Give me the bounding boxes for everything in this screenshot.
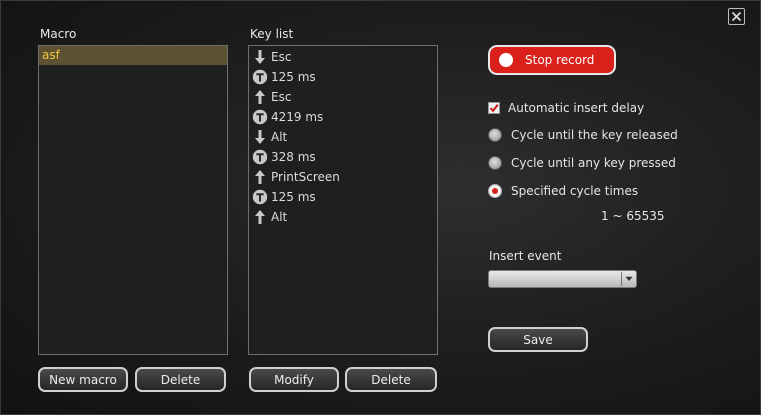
delete-key-button[interactable]: Delete bbox=[345, 367, 437, 392]
key-list-item[interactable]: Alt bbox=[249, 127, 437, 147]
radio-selected-icon bbox=[488, 184, 502, 198]
radio-cycle-until-any-key[interactable]: Cycle until any key pressed bbox=[488, 156, 676, 170]
key-list-item[interactable]: Alt bbox=[249, 207, 437, 227]
key-list-item-text: 328 ms bbox=[271, 150, 316, 164]
arrow-down-icon bbox=[255, 50, 265, 64]
key-list-item[interactable]: 125 ms bbox=[249, 187, 437, 207]
arrow-up-icon bbox=[255, 170, 265, 184]
timer-icon bbox=[252, 189, 268, 205]
save-button[interactable]: Save bbox=[488, 327, 588, 352]
key-list-item-text: PrintScreen bbox=[271, 170, 340, 184]
arrow-up-icon bbox=[255, 210, 265, 224]
key-list-item[interactable]: 328 ms bbox=[249, 147, 437, 167]
arrow-up-icon bbox=[255, 90, 265, 104]
specified-cycle-times-label: Specified cycle times bbox=[511, 184, 639, 198]
key-list-item[interactable]: 4219 ms bbox=[249, 107, 437, 127]
checkbox-checked-icon bbox=[488, 102, 500, 114]
key-list-item-text: Esc bbox=[271, 90, 292, 104]
cycle-range-text: 1 ~ 65535 bbox=[601, 209, 665, 223]
stop-record-button[interactable]: Stop record bbox=[488, 45, 616, 75]
close-icon bbox=[731, 11, 742, 22]
record-dot-icon bbox=[499, 53, 513, 67]
key-list[interactable]: Esc 125 ms Esc 4219 ms Alt 328 ms PrintScreen 1… bbox=[248, 45, 438, 355]
timer-icon bbox=[252, 109, 268, 125]
stop-record-label: Stop record bbox=[525, 53, 595, 67]
insert-event-select[interactable] bbox=[488, 270, 637, 288]
key-list-item-text: Esc bbox=[271, 50, 292, 64]
macro-editor-window: Macro asf New macro Delete Key list Esc 1… bbox=[0, 0, 761, 415]
radio-unselected-icon bbox=[488, 128, 502, 142]
arrow-down-icon bbox=[255, 130, 265, 144]
key-list-item-text: 125 ms bbox=[271, 190, 316, 204]
key-list-item-text: Alt bbox=[271, 130, 288, 144]
close-button[interactable] bbox=[728, 8, 745, 25]
key-list-item[interactable]: Esc bbox=[249, 47, 437, 67]
key-list-item-text: 125 ms bbox=[271, 70, 316, 84]
radio-cycle-until-released[interactable]: Cycle until the key released bbox=[488, 128, 678, 142]
macro-label: Macro bbox=[40, 27, 77, 41]
key-list-item[interactable]: Esc bbox=[249, 87, 437, 107]
new-macro-button[interactable]: New macro bbox=[38, 367, 128, 392]
key-list-item-text: Alt bbox=[271, 210, 288, 224]
radio-unselected-icon bbox=[488, 156, 502, 170]
macro-list-item[interactable]: asf bbox=[39, 46, 227, 65]
auto-insert-delay-label: Automatic insert delay bbox=[508, 101, 645, 115]
key-list-label: Key list bbox=[250, 27, 294, 41]
cycle-until-any-key-label: Cycle until any key pressed bbox=[511, 156, 676, 170]
key-list-item-text: 4219 ms bbox=[271, 110, 324, 124]
cycle-until-released-label: Cycle until the key released bbox=[511, 128, 678, 142]
modify-button[interactable]: Modify bbox=[249, 367, 339, 392]
insert-event-label: Insert event bbox=[489, 249, 562, 263]
auto-insert-delay-checkbox[interactable]: Automatic insert delay bbox=[488, 101, 644, 115]
key-list-item[interactable]: PrintScreen bbox=[249, 167, 437, 187]
chevron-down-icon[interactable] bbox=[621, 272, 635, 286]
macro-list[interactable]: asf bbox=[38, 45, 228, 355]
timer-icon bbox=[252, 69, 268, 85]
key-list-item[interactable]: 125 ms bbox=[249, 67, 437, 87]
delete-macro-button[interactable]: Delete bbox=[135, 367, 226, 392]
radio-specified-cycle-times[interactable]: Specified cycle times bbox=[488, 184, 638, 198]
timer-icon bbox=[252, 149, 268, 165]
